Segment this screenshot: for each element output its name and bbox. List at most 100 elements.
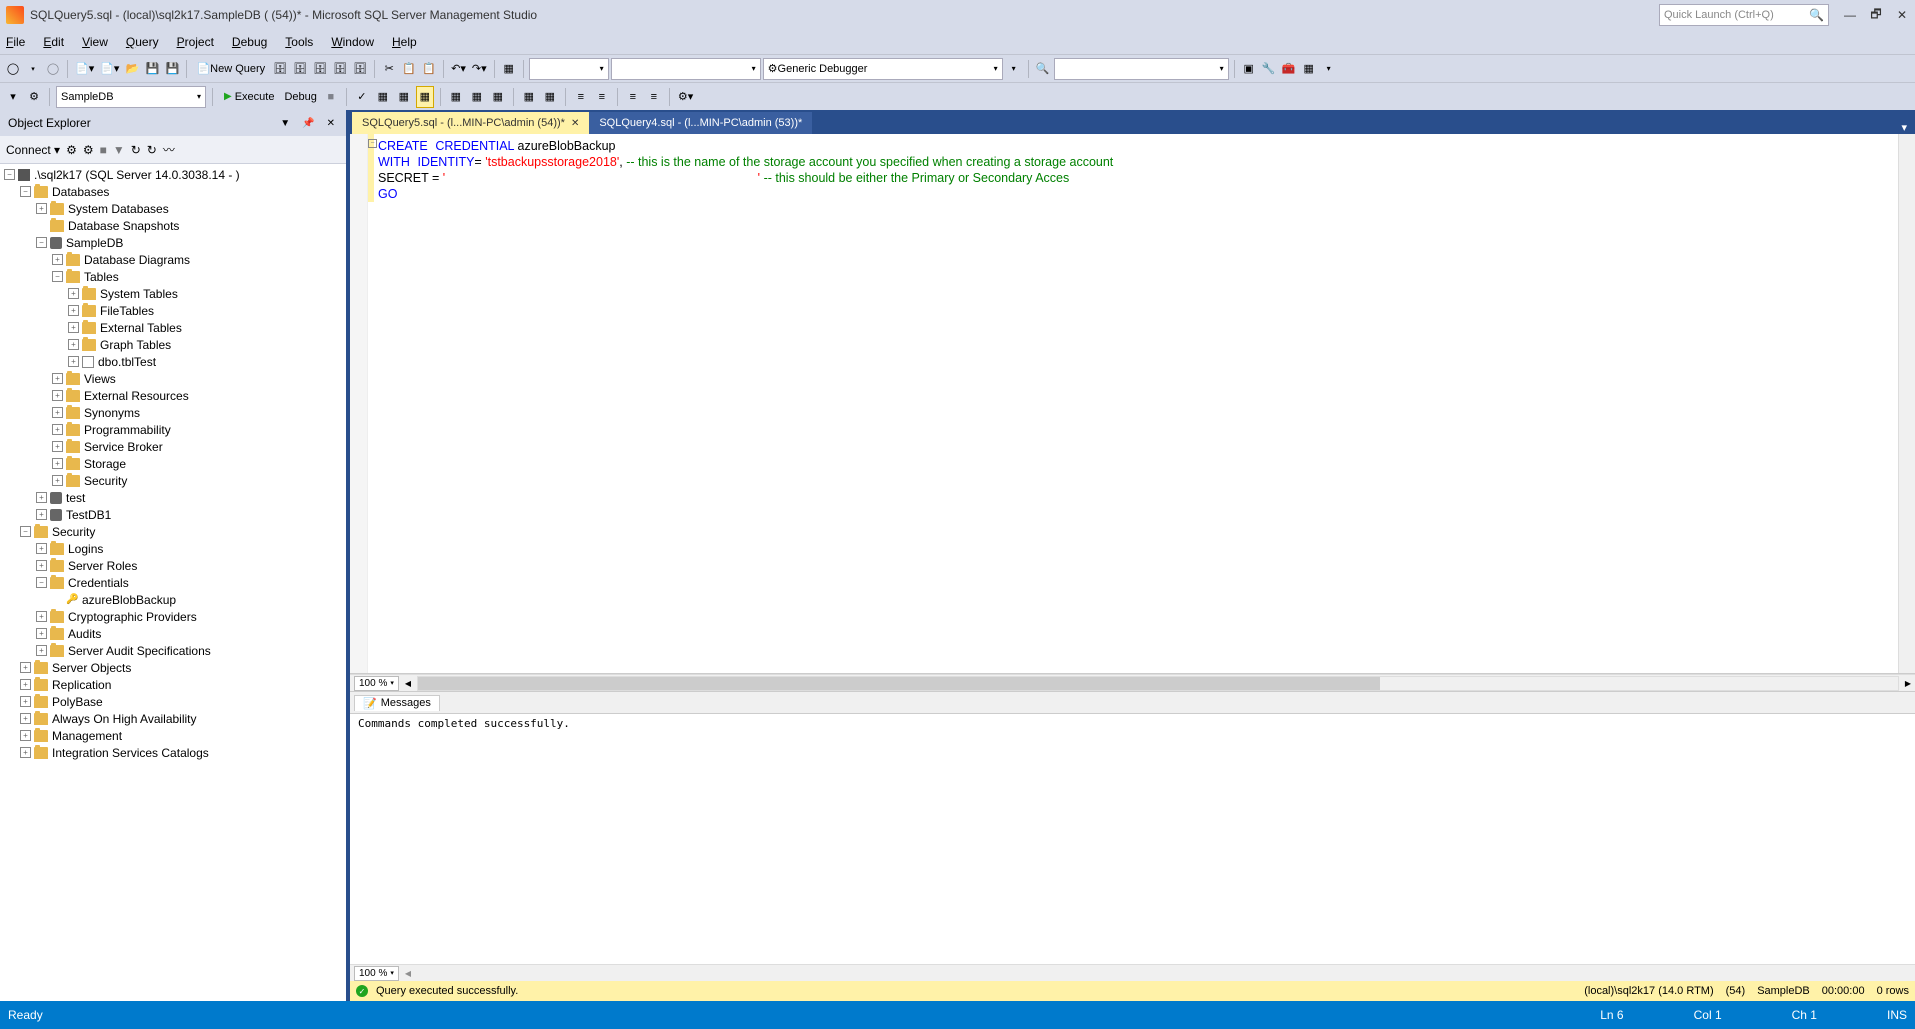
expand-icon[interactable]: + [52,441,63,452]
tree-row[interactable]: −Tables [0,268,346,285]
oe-tool-3[interactable]: ■ [100,143,107,157]
cut-button[interactable]: ✂ [380,58,398,80]
tree-row[interactable]: +Graph Tables [0,336,346,353]
messages-tab[interactable]: 📝 Messages [354,695,440,711]
expand-icon[interactable]: + [36,611,47,622]
tree-row[interactable]: +Server Objects [0,659,346,676]
menu-view[interactable]: View [82,35,108,49]
zoom-combo[interactable]: 100 %▾ [354,676,399,691]
expand-icon[interactable]: + [36,492,47,503]
new-query-button[interactable]: 📄 New Query [192,58,269,80]
combo-2[interactable]: ▾ [611,58,761,80]
grid-button-1[interactable]: ▦ [520,86,538,108]
nav-back-button[interactable]: ◯ [4,58,22,80]
expand-icon[interactable]: + [20,679,31,690]
tree-row[interactable]: +Logins [0,540,346,557]
toolbar-icon-a[interactable]: ▦ [500,58,518,80]
filter-icon[interactable]: ▼ [113,143,125,157]
expand-icon[interactable]: + [68,339,79,350]
find-combo[interactable]: ▾ [1054,58,1229,80]
expand-icon[interactable]: + [68,356,79,367]
expand-icon[interactable]: + [20,730,31,741]
menu-edit[interactable]: Edit [43,35,64,49]
toolbar2-icon-b[interactable]: ⚙ [25,86,43,108]
combo-1[interactable]: ▾ [529,58,609,80]
expand-icon[interactable]: + [68,322,79,333]
tree-row[interactable]: +Synonyms [0,404,346,421]
expand-icon[interactable]: + [36,203,47,214]
tree-row[interactable]: +Security [0,472,346,489]
code-editor[interactable]: − CREATE CREDENTIAL azureBlobBackup WITH… [350,134,1915,674]
expand-icon[interactable]: + [52,373,63,384]
scroll-left-icon[interactable]: ◀ [405,969,411,978]
outline-collapse-icon[interactable]: − [368,139,377,148]
menu-debug[interactable]: Debug [232,35,267,49]
tree-row[interactable]: −SampleDB [0,234,346,251]
refresh-icon[interactable]: ↻ [147,143,157,157]
menu-tools[interactable]: Tools [285,35,313,49]
tree-row[interactable]: +Storage [0,455,346,472]
tree-server-root[interactable]: − .\sql2k17 (SQL Server 14.0.3038.14 - ) [0,166,346,183]
results-button-3[interactable]: ▦ [489,86,507,108]
plan-button-1[interactable]: ▦ [374,86,392,108]
debugger-combo[interactable]: ⚙ Generic Debugger▾ [763,58,1003,80]
tool-icon-1[interactable]: ▣ [1240,58,1258,80]
tree-row[interactable]: +Server Roles [0,557,346,574]
expand-icon[interactable]: + [52,424,63,435]
quick-launch-input[interactable]: Quick Launch (Ctrl+Q) 🔍 [1659,4,1829,26]
debug-button[interactable]: Debug [282,86,318,108]
tree-row[interactable]: +Audits [0,625,346,642]
horizontal-scrollbar[interactable] [417,676,1899,691]
tree-row[interactable]: +FileTables [0,302,346,319]
tree-row[interactable]: +Replication [0,676,346,693]
find-button[interactable]: 🔍 [1034,58,1052,80]
collapse-icon[interactable]: − [20,186,31,197]
uncomment-button[interactable]: ≡ [593,86,611,108]
expand-icon[interactable]: + [52,407,63,418]
object-explorer-tree[interactable]: − .\sql2k17 (SQL Server 14.0.3038.14 - )… [0,164,346,1001]
expand-icon[interactable]: + [36,543,47,554]
close-icon[interactable]: ✕ [324,118,338,129]
expand-icon[interactable]: + [20,747,31,758]
oe-tool-5[interactable]: 〰 [163,141,175,158]
parse-button[interactable]: ✓ [353,86,371,108]
nav-back-caret[interactable]: ▾ [24,58,42,80]
undo-button[interactable]: ↶▾ [449,58,468,80]
tree-row[interactable]: +Server Audit Specifications [0,642,346,659]
results-button-1[interactable]: ▦ [447,86,465,108]
tree-row[interactable]: +Service Broker [0,438,346,455]
indent-button-1[interactable]: ≡ [624,86,642,108]
tree-row[interactable]: +Integration Services Catalogs [0,744,346,761]
tool-icon-2[interactable]: 🔧 [1260,58,1278,80]
paste-button[interactable]: 📋 [420,58,438,80]
collapse-icon[interactable]: − [4,169,15,180]
tree-row[interactable]: +Always On High Availability [0,710,346,727]
scroll-left-icon[interactable]: ◀ [405,679,411,688]
expand-icon[interactable]: + [36,628,47,639]
oe-tool-2[interactable]: ⚙ [83,143,94,157]
tree-row[interactable]: Database Snapshots [0,217,346,234]
tree-row[interactable]: +Database Diagrams [0,251,346,268]
query-icon-5[interactable]: 🗄 [351,58,369,80]
menu-help[interactable]: Help [392,35,417,49]
expand-icon[interactable]: + [68,288,79,299]
toolbar2-icon-a[interactable]: ▾ [4,86,22,108]
tree-row[interactable]: +Programmability [0,421,346,438]
tree-row[interactable]: +System Databases [0,200,346,217]
close-icon[interactable]: ✕ [571,118,579,129]
tree-row[interactable]: +Management [0,727,346,744]
code-text[interactable]: CREATE CREDENTIAL azureBlobBackup WITH I… [374,134,1898,673]
execute-button[interactable]: ▶Execute [219,86,279,108]
tree-row[interactable]: +PolyBase [0,693,346,710]
tab-inactive[interactable]: SQLQuery4.sql - (l...MIN-PC\admin (53))* [589,112,812,134]
expand-icon[interactable]: + [36,645,47,656]
tree-row[interactable]: +External Resources [0,387,346,404]
redo-button[interactable]: ↷▾ [470,58,489,80]
tree-row[interactable]: +Views [0,370,346,387]
indent-button-2[interactable]: ≡ [645,86,663,108]
save-all-button[interactable]: 💾 [163,58,181,80]
copy-button[interactable]: 📋 [400,58,418,80]
pin-icon[interactable]: 📌 [299,118,317,129]
expand-icon[interactable]: + [20,713,31,724]
tree-row[interactable]: +System Tables [0,285,346,302]
